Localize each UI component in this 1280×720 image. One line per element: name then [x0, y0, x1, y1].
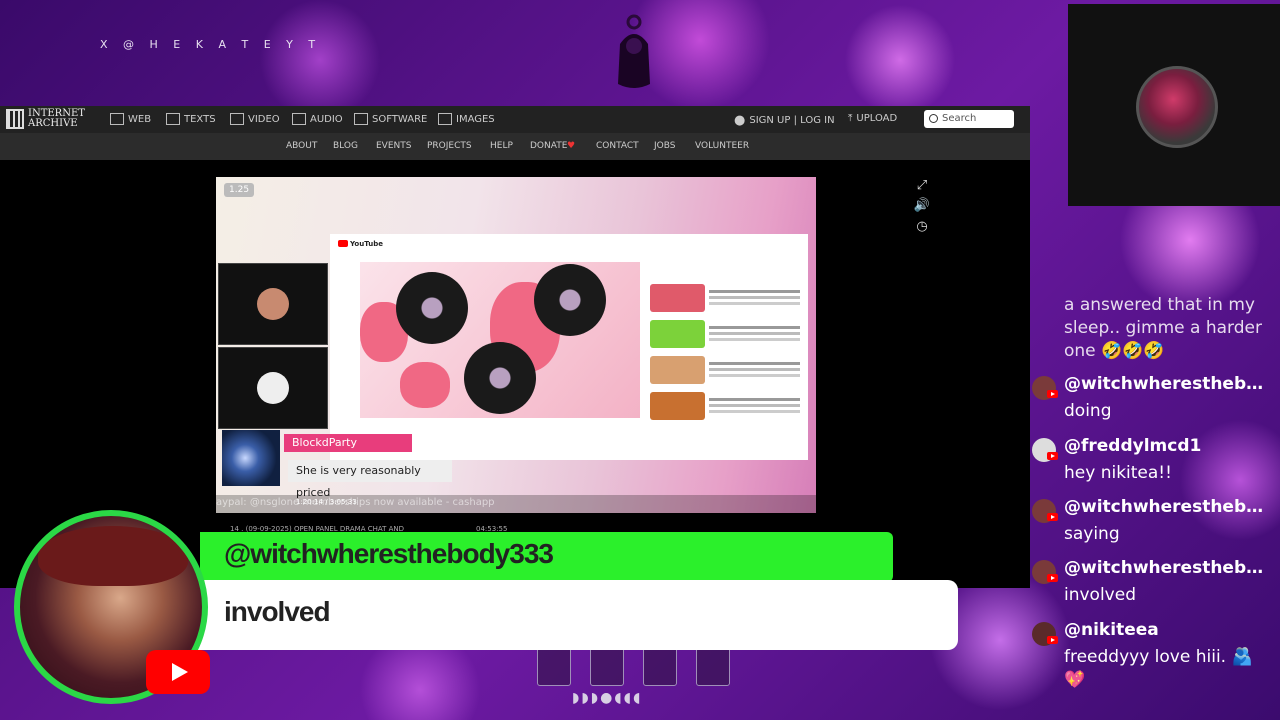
- upload-label: UPLOAD: [856, 113, 898, 124]
- youtube-icon: [146, 650, 210, 694]
- inner-chat-avatar: [222, 430, 280, 486]
- guest-cam: [218, 347, 328, 429]
- nav-video-label: VIDEO: [248, 113, 280, 125]
- chat-panel: a answered that in my sleep.. gimme a ha…: [1032, 290, 1270, 700]
- chat-text: freeddyyy love hiii. 🫂💖: [1064, 647, 1253, 690]
- chat-text: doing: [1064, 401, 1112, 421]
- nav-video[interactable]: VIDEO: [230, 113, 280, 125]
- chat-username: @witchwheresthebody333: [1064, 374, 1264, 394]
- embedded-video: [360, 262, 640, 418]
- streamer-avatar: [1136, 66, 1218, 148]
- subnav-volunteer[interactable]: VOLUNTEER: [695, 141, 749, 151]
- subnav-jobs[interactable]: JOBS: [654, 141, 675, 151]
- guest-face: [257, 372, 289, 404]
- chat-text: hey nikitea!!: [1064, 463, 1172, 483]
- subnav-help[interactable]: HELP: [490, 141, 513, 151]
- chat-username: @nikiteea: [1064, 620, 1159, 640]
- subnav-events[interactable]: EVENTS: [376, 141, 411, 151]
- archive-search-input[interactable]: Search: [924, 110, 1014, 128]
- alert-message-bar: involved: [196, 580, 958, 650]
- inner-chat-name: BlockdParty: [284, 434, 412, 452]
- playback-speed[interactable]: 1.25: [224, 183, 255, 197]
- archive-top-bar: INTERNET ARCHIVE WEB TEXTS VIDEO AUDIO SO…: [0, 106, 1030, 133]
- film-icon: [230, 113, 244, 125]
- chat-username: @freddylmcd1: [1064, 436, 1202, 456]
- volume-icon[interactable]: 🔊: [912, 198, 932, 214]
- user-icon: ●: [734, 113, 746, 128]
- tarot-card-icon: [590, 646, 624, 686]
- inner-chat-card: BlockdParty She is very reasonably price…: [222, 430, 472, 499]
- image-icon: [438, 113, 452, 125]
- vinyl-avatar: [534, 264, 606, 336]
- nav-texts[interactable]: TEXTS: [166, 113, 216, 125]
- handle-text: X @ H E K A T E Y T: [100, 38, 322, 51]
- youtube-icon: [1047, 390, 1058, 398]
- youtube-icon: [1047, 452, 1058, 460]
- alert-username-bar: @witchwheresthebody333: [200, 532, 893, 582]
- youtube-icon: [1047, 574, 1058, 582]
- video-controls[interactable]: aypal: @nsglone memberships now availabl…: [216, 495, 816, 513]
- nav-images-label: IMAGES: [456, 113, 495, 125]
- youtube-icon: [1047, 636, 1058, 644]
- youtube-sidebar: [650, 284, 800, 428]
- chat-username: @witchwheresthebody333: [1064, 497, 1264, 517]
- video-time: 1:20:14 / 3:05:33: [296, 498, 357, 506]
- witch-logo-icon: [618, 14, 650, 88]
- archive-subnav: ABOUT BLOG EVENTS PROJECTS HELP DONATE ♥…: [0, 133, 1030, 160]
- nav-audio[interactable]: AUDIO: [292, 113, 343, 125]
- list-item[interactable]: [650, 284, 800, 316]
- vinyl-avatar: [464, 342, 536, 414]
- tarot-card-icon: [643, 646, 677, 686]
- alert-message: involved: [224, 596, 331, 627]
- nav-software-label: SOFTWARE: [372, 113, 428, 125]
- archive-logo[interactable]: INTERNET ARCHIVE: [6, 109, 98, 129]
- upload-link[interactable]: ⤒ UPLOAD: [848, 113, 897, 124]
- web-icon: [110, 113, 124, 125]
- guest-cam: [218, 263, 328, 345]
- list-item[interactable]: [650, 356, 800, 388]
- floppy-icon: [354, 113, 368, 125]
- tarot-card-icon: [696, 646, 730, 686]
- book-icon: [166, 113, 180, 125]
- chat-text: saying: [1064, 524, 1120, 544]
- video-player[interactable]: 1.25 YouTube BlockdParty She is very rea…: [216, 177, 816, 513]
- subnav-contact[interactable]: CONTACT: [596, 141, 639, 151]
- subnav-projects[interactable]: PROJECTS: [427, 141, 472, 151]
- youtube-logo: YouTube: [338, 240, 383, 248]
- archive-building-icon: [6, 109, 24, 129]
- speaker-icon: [292, 113, 306, 125]
- subnav-donate[interactable]: DONATE: [530, 141, 567, 151]
- chat-text: involved: [1064, 585, 1136, 605]
- upload-icon: ⤒: [848, 113, 853, 124]
- strawberry-graphic: [400, 362, 450, 408]
- subnav-about[interactable]: ABOUT: [286, 141, 317, 151]
- vinyl-avatar: [396, 272, 468, 344]
- fullscreen-icon[interactable]: ⤢: [912, 178, 932, 194]
- alert-username: @witchwheresthebody333: [224, 538, 554, 569]
- nav-texts-label: TEXTS: [184, 113, 216, 125]
- archive-logo-line2: ARCHIVE: [28, 118, 78, 129]
- heart-icon: ♥: [567, 141, 576, 151]
- subnav-blog[interactable]: BLOG: [333, 141, 358, 151]
- account-link[interactable]: ● SIGN UP | LOG IN: [734, 113, 835, 128]
- nav-images[interactable]: IMAGES: [438, 113, 495, 125]
- witch-hat-graphic: [38, 526, 188, 586]
- guest-face: [257, 288, 289, 320]
- list-item[interactable]: [650, 392, 800, 424]
- account-label: SIGN UP | LOG IN: [749, 115, 835, 126]
- chat-username: @witchwheresthebody333: [1064, 558, 1264, 578]
- internet-archive-page: INTERNET ARCHIVE WEB TEXTS VIDEO AUDIO SO…: [0, 106, 1030, 588]
- nav-audio-label: AUDIO: [310, 113, 343, 125]
- embedded-youtube-frame: YouTube: [330, 234, 808, 460]
- inner-chat-message: She is very reasonably priced: [288, 460, 452, 499]
- nav-web[interactable]: WEB: [110, 113, 151, 125]
- moon-phases-icon: ◗◗◗●◖◖◖: [572, 690, 643, 706]
- chat-partial-message: a answered that in my sleep.. gimme a ha…: [1064, 295, 1262, 361]
- tarot-card-icon: [537, 646, 571, 686]
- youtube-icon: [1047, 513, 1058, 521]
- nav-software[interactable]: SOFTWARE: [354, 113, 427, 125]
- nav-web-label: WEB: [128, 113, 152, 125]
- clock-icon[interactable]: ◷: [912, 219, 932, 235]
- list-item[interactable]: [650, 320, 800, 352]
